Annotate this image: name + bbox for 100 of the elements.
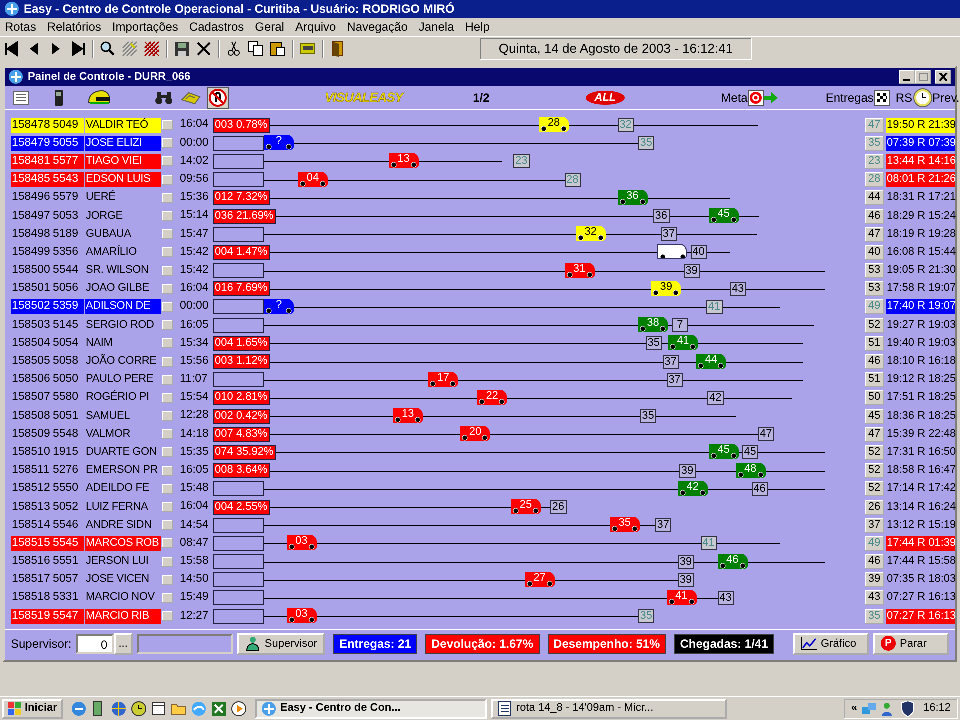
globe-icon[interactable] [111,700,128,716]
stops-button[interactable]: 51 [865,336,884,351]
row-button[interactable] [162,611,173,622]
row-button[interactable] [162,520,173,530]
stops-button[interactable]: 47 [865,426,884,442]
helmet-icon[interactable] [88,90,110,106]
name-field[interactable] [136,634,233,654]
clock-icon[interactable] [131,700,148,716]
row-button[interactable] [162,574,173,585]
stops-button[interactable]: 47 [865,226,884,242]
stops-button[interactable]: 50 [865,390,884,406]
stops-button[interactable]: 52 [865,481,884,496]
stops-button[interactable]: 40 [865,244,884,260]
copy-icon[interactable] [248,40,264,56]
stops-button[interactable]: 39 [865,572,884,588]
stops-button[interactable]: 44 [865,190,884,206]
menu-item[interactable]: Rotas [5,18,36,36]
taskbar-button[interactable]: rota 14_8 - 14'09am - Micr... [491,698,728,718]
row-button[interactable] [162,429,173,440]
stops-button[interactable]: 46 [865,354,884,370]
calculator-icon[interactable] [300,40,316,56]
supervisor-field[interactable]: 0 [76,634,114,654]
chart-button[interactable]: Gráfico [793,632,869,655]
row-button[interactable] [162,466,173,476]
stops-button[interactable]: 52 [865,444,884,460]
start-button[interactable]: Iniciar [2,698,64,718]
delete-icon[interactable] [196,40,212,56]
menu-item[interactable]: Cadastros [189,18,244,36]
row-button[interactable] [162,302,173,312]
media-player-icon[interactable] [231,700,248,716]
stops-button[interactable]: 26 [865,500,884,515]
row-button[interactable] [162,192,173,203]
save-icon[interactable] [174,40,190,56]
stops-button[interactable]: 46 [865,208,884,224]
row-button[interactable] [162,229,173,240]
row-button[interactable] [162,356,173,367]
menu-item[interactable]: Help [465,18,490,36]
stops-button[interactable]: 53 [865,263,884,278]
minimize-button[interactable] [899,70,915,84]
door-icon[interactable] [330,40,346,56]
menu-item[interactable]: Navegação [347,18,408,36]
route-id: 158479 [11,136,52,151]
stops-button[interactable]: 51 [865,372,884,388]
driver-code: 1915 [52,444,80,460]
row-button[interactable] [162,338,173,348]
first-icon[interactable] [4,40,20,56]
shield-icon[interactable] [901,700,916,716]
row-button[interactable] [162,266,173,276]
row-button[interactable] [162,392,173,403]
tray-expand-button[interactable]: « [851,700,858,717]
stops-button[interactable]: 52 [865,318,884,333]
row-button[interactable] [162,374,173,385]
row-button[interactable] [162,120,173,130]
hatch-icon[interactable] [144,40,160,56]
spreadsheet-icon[interactable] [211,700,228,716]
browse-button[interactable]: ... [114,632,133,655]
search-icon[interactable] [100,40,116,56]
menu-item[interactable]: Janela [418,18,454,36]
stops-button[interactable]: 53 [865,281,884,296]
row-button[interactable] [162,247,173,258]
clock-icon[interactable] [912,88,933,108]
stops-button[interactable]: 46 [865,554,884,570]
list-icon[interactable] [13,90,29,104]
row-button[interactable] [162,447,173,458]
status-counter: Devolução: 1.67% [425,634,540,654]
calendar-icon[interactable] [151,700,168,716]
row-button[interactable] [162,502,173,512]
paste-icon[interactable] [270,40,286,56]
menu-item[interactable]: Importações [112,18,178,36]
stops-button[interactable]: 45 [865,408,884,424]
stop-button[interactable]: P Parar [873,632,949,655]
menu-item[interactable]: Geral [255,18,284,36]
scissors-icon[interactable] [226,40,242,56]
row-button[interactable] [162,411,173,422]
status-counter: Chegadas: 1/41 [674,634,774,654]
target-icon[interactable] [748,90,764,106]
row-button[interactable] [162,138,173,148]
last-icon[interactable] [70,40,86,56]
no-u-turn-icon[interactable] [207,86,229,108]
row-button[interactable] [162,592,173,603]
supervisor-button[interactable]: Supervisor [236,632,326,655]
row-button[interactable] [162,156,173,166]
row-button[interactable] [162,320,173,330]
row-button[interactable] [162,556,173,567]
row-button[interactable] [162,538,173,548]
row-button[interactable] [162,484,173,494]
menu-item[interactable]: Relatórios [47,18,102,36]
row-button[interactable] [162,174,173,185]
binoculars-icon[interactable] [155,90,173,104]
close-button[interactable] [935,70,951,84]
checkered-flag-icon[interactable] [874,90,890,106]
stops-button[interactable]: 43 [865,590,884,606]
taskbar-button[interactable]: Easy - Centro de Con... [255,698,488,718]
row-button[interactable] [162,284,173,294]
mobile-phone-icon[interactable] [55,90,63,106]
hatch-icon[interactable] [122,40,138,56]
stops-button[interactable]: 52 [865,463,884,478]
menu-item[interactable]: Arquivo [295,18,336,36]
stops-button[interactable]: 37 [865,518,884,533]
row-button[interactable] [162,211,173,222]
